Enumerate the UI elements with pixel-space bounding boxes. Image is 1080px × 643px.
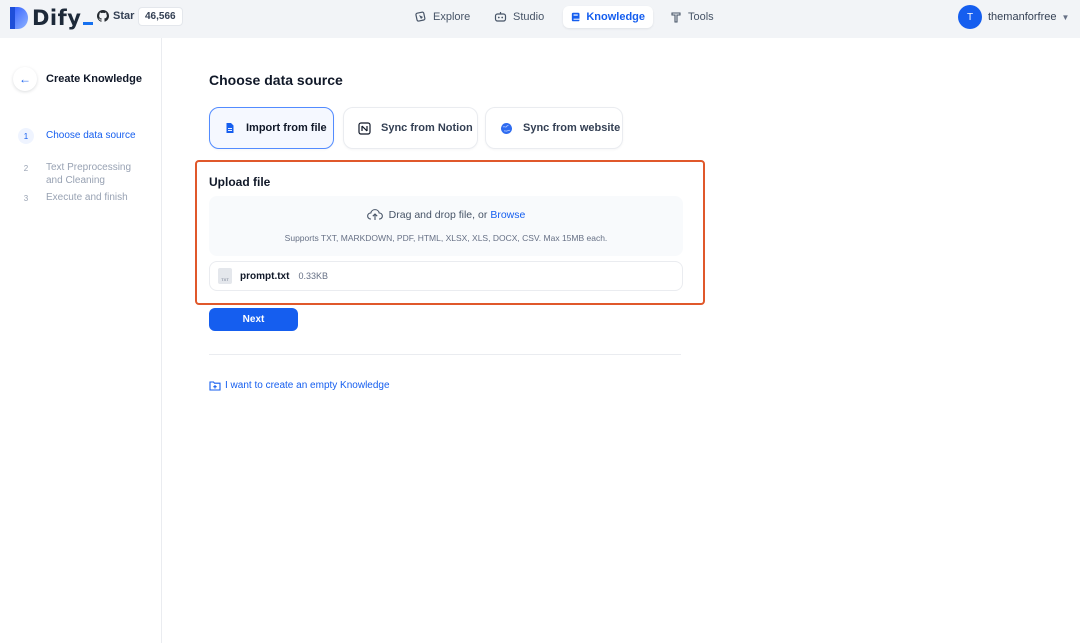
- drop-instruction: Drag and drop file, or Browse: [209, 208, 683, 221]
- nav-tools[interactable]: Tools: [662, 6, 722, 28]
- step-choose-data-source: 1 Choose data source: [18, 128, 148, 144]
- sync-from-website-button[interactable]: Sync from website: [485, 107, 623, 149]
- create-empty-knowledge-link[interactable]: I want to create an empty Knowledge: [209, 380, 390, 391]
- step-label: Choose data source: [46, 130, 136, 141]
- sync-from-website-label: Sync from website: [523, 122, 621, 134]
- import-from-file-button[interactable]: Import from file: [209, 107, 334, 149]
- chevron-down-icon: ▼: [1061, 12, 1070, 22]
- drop-text: Drag and drop file, or: [388, 208, 488, 221]
- upload-panel: Upload file Drag and drop file, or Brows…: [195, 160, 705, 305]
- nav-knowledge[interactable]: Knowledge: [563, 6, 653, 28]
- explore-icon: [415, 11, 426, 22]
- sync-from-notion-label: Sync from Notion: [381, 122, 473, 134]
- step-label: Text Preprocessing and Cleaning: [46, 162, 132, 186]
- user-menu[interactable]: T themanforfree ▼: [958, 5, 1069, 29]
- avatar: T: [958, 5, 982, 29]
- create-empty-knowledge-label: I want to create an empty Knowledge: [225, 380, 390, 391]
- nav-knowledge-label: Knowledge: [586, 11, 645, 23]
- divider: [209, 354, 681, 355]
- studio-icon: [494, 12, 507, 22]
- sync-from-notion-button[interactable]: Sync from Notion: [343, 107, 478, 149]
- nav-studio-label: Studio: [513, 11, 545, 23]
- nav-tools-label: Tools: [688, 11, 714, 23]
- notion-icon: [358, 121, 371, 135]
- tools-icon: [671, 12, 681, 23]
- upload-title: Upload file: [209, 175, 271, 189]
- main-content: Choose data source Import from file Sync…: [162, 38, 1080, 643]
- file-icon: [226, 123, 234, 133]
- steps-sidebar: ← Create Knowledge 1 Choose data source …: [0, 38, 162, 643]
- uploaded-file-item[interactable]: TXT prompt.txt 0.33KB: [209, 261, 683, 291]
- folder-plus-icon: [209, 381, 221, 391]
- knowledge-icon: [571, 12, 580, 22]
- step-number: 2: [23, 163, 29, 173]
- nav-explore[interactable]: Explore: [407, 6, 478, 28]
- back-button[interactable]: ←: [13, 67, 37, 91]
- page-title: Choose data source: [209, 72, 343, 88]
- sidebar-title: Create Knowledge: [46, 73, 142, 85]
- step-number: 3: [23, 193, 29, 203]
- user-name: themanforfree: [988, 11, 1057, 23]
- nav-explore-label: Explore: [433, 11, 471, 23]
- main-nav: Explore Studio Knowledge Tools: [0, 6, 1080, 28]
- step-text-preprocessing: 2 Text Preprocessing and Cleaning: [18, 160, 148, 187]
- nav-studio[interactable]: Studio: [486, 6, 552, 28]
- step-label: Execute and finish: [46, 192, 128, 203]
- browse-link[interactable]: Browse: [490, 209, 525, 221]
- website-icon: [501, 122, 512, 134]
- file-size: 0.33KB: [298, 271, 328, 281]
- file-dropzone[interactable]: Drag and drop file, or Browse Supports T…: [209, 196, 683, 256]
- txt-file-icon: TXT: [218, 268, 232, 284]
- import-from-file-label: Import from file: [246, 122, 327, 134]
- step-execute-and-finish: 3 Execute and finish: [18, 190, 148, 206]
- step-number: 1: [18, 128, 34, 144]
- file-type-label: TXT: [221, 277, 229, 282]
- file-name: prompt.txt: [240, 270, 290, 282]
- top-header: Dify Star 46,566 Explore Studio Knowledg…: [0, 0, 1080, 38]
- supported-formats-text: Supports TXT, MARKDOWN, PDF, HTML, XLSX,…: [284, 233, 608, 243]
- arrow-left-icon: ←: [19, 72, 31, 86]
- upload-cloud-icon: [366, 209, 383, 220]
- next-button[interactable]: Next: [209, 308, 298, 331]
